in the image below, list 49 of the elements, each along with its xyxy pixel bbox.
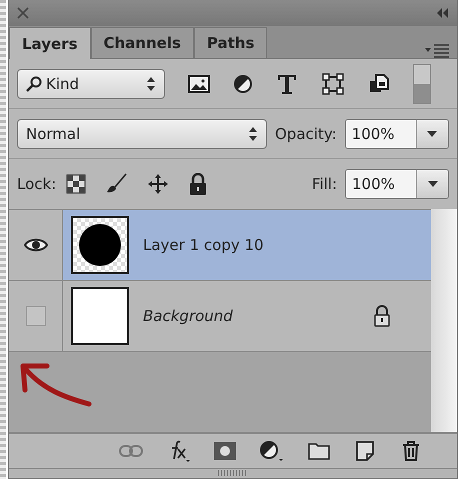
mask-icon	[213, 441, 237, 461]
double-chevron-icon	[437, 8, 449, 18]
bounding-box-icon	[321, 72, 345, 96]
close-icon	[17, 7, 29, 19]
scrollbar[interactable]	[431, 209, 457, 432]
layer-row[interactable]: Layer 1 copy 10	[9, 209, 431, 281]
caret-icon	[427, 130, 438, 136]
panel-menu-button[interactable]	[425, 44, 449, 58]
layer-name: Background	[143, 307, 234, 325]
visibility-toggle[interactable]	[9, 210, 63, 280]
layer-row[interactable]: Background	[9, 281, 431, 352]
layer-thumbnail	[71, 287, 129, 345]
filter-select[interactable]: Kind	[17, 68, 165, 98]
chain-link-icon	[119, 444, 143, 458]
page-icon	[353, 439, 377, 463]
lock-all-button[interactable]	[188, 173, 208, 195]
half-circle-icon	[233, 74, 253, 94]
blend-mode-select[interactable]: Normal	[17, 118, 267, 148]
adjustment-filter-button[interactable]	[233, 74, 253, 94]
panel-tab[interactable]: Layers	[9, 27, 90, 59]
stepper-icon	[146, 76, 156, 92]
fill-field[interactable]: 100%	[345, 169, 449, 199]
circle-icon	[78, 223, 122, 267]
checker-icon	[66, 174, 86, 194]
opacity-field[interactable]: 100%	[344, 118, 449, 148]
opacity-label: Opacity:	[275, 124, 337, 142]
eye-icon	[24, 237, 48, 253]
adjustment-layer-button[interactable]	[259, 439, 285, 463]
search-icon	[26, 76, 42, 92]
lock-label: Lock:	[17, 175, 56, 193]
lock-position-button[interactable]	[146, 172, 170, 196]
shape-filter-button[interactable]	[321, 72, 345, 96]
layer-name: Layer 1 copy 10	[143, 236, 265, 254]
new-layer-button[interactable]	[353, 439, 377, 463]
stepper-icon	[248, 126, 258, 142]
fill-label: Fill:	[312, 175, 337, 193]
padlock-icon	[188, 173, 208, 195]
half-circle-icon	[259, 439, 285, 463]
add-mask-button[interactable]	[213, 441, 237, 461]
panel-tab[interactable]: Paths	[194, 27, 268, 58]
menu-icon	[425, 44, 449, 58]
panel-tab[interactable]: Channels	[90, 27, 194, 58]
grip-icon	[218, 469, 248, 477]
lock-transparency-button[interactable]	[66, 174, 86, 194]
close-button[interactable]	[17, 7, 29, 19]
caret-icon	[428, 181, 438, 187]
move-arrows-icon	[146, 172, 170, 196]
collapse-button[interactable]	[437, 8, 449, 18]
filter-toggle[interactable]	[413, 64, 431, 104]
